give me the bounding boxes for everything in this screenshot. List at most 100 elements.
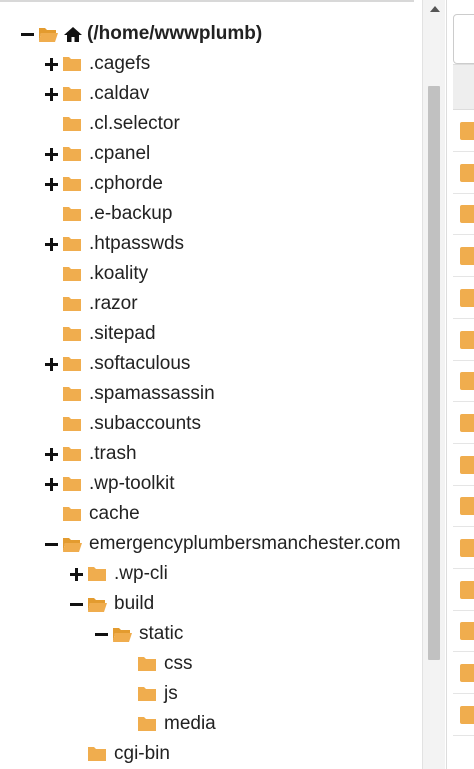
tree-root-node[interactable]: (/home/wwwplumb)	[20, 19, 262, 49]
file-list-row[interactable]	[453, 402, 474, 444]
tree-node[interactable]: cgi-bin	[69, 739, 170, 769]
tree-node[interactable]: static	[94, 619, 183, 649]
tree-node[interactable]: .cpanel	[44, 139, 150, 169]
folder-open-icon	[62, 535, 83, 553]
tree-node[interactable]: .cphorde	[44, 169, 163, 199]
toggle-spacer	[44, 116, 60, 132]
file-list-row[interactable]	[453, 569, 474, 611]
file-icon	[460, 247, 474, 266]
file-icon	[460, 205, 474, 224]
folder-icon	[62, 175, 83, 193]
tree-node[interactable]: .wp-cli	[69, 559, 168, 589]
tree-node-label: css	[164, 653, 193, 674]
file-list-row[interactable]	[453, 652, 474, 695]
toggle-spacer	[44, 296, 60, 312]
expand-icon[interactable]	[44, 446, 60, 462]
tree-node[interactable]: .htpasswds	[44, 229, 184, 259]
file-list-row[interactable]	[453, 360, 474, 403]
tree-node-label: .softaculous	[89, 353, 191, 374]
file-list-row[interactable]	[453, 110, 474, 152]
toggle-spacer	[119, 716, 135, 732]
tree-node[interactable]: emergencyplumbersmanchester.com	[44, 529, 401, 559]
file-icon	[460, 622, 474, 641]
tree-node-label: .cpanel	[89, 143, 151, 164]
tree-node[interactable]: .sitepad	[44, 319, 156, 349]
tree-node-label: .wp-cli	[114, 563, 168, 584]
file-icon	[460, 705, 474, 724]
tree-node-label: media	[164, 713, 216, 734]
expand-icon[interactable]	[44, 146, 60, 162]
tree-node[interactable]: .caldav	[44, 79, 149, 109]
collapse-icon[interactable]	[20, 26, 36, 42]
expand-icon[interactable]	[44, 356, 60, 372]
tree-node[interactable]: .wp-toolkit	[44, 469, 175, 499]
file-icon	[460, 372, 474, 391]
tree-node[interactable]: .cl.selector	[44, 109, 180, 139]
folder-icon	[137, 655, 158, 673]
file-icon	[460, 330, 474, 349]
tree-node[interactable]: media	[119, 709, 216, 739]
folder-open-icon	[87, 595, 108, 613]
file-list-row[interactable]	[453, 485, 474, 528]
tree-node-label: .sitepad	[89, 323, 156, 344]
file-list-header	[453, 64, 474, 110]
file-list-row[interactable]	[453, 527, 474, 569]
tree-node-label: .cagefs	[89, 53, 151, 74]
file-icon	[460, 163, 474, 182]
expand-icon[interactable]	[44, 476, 60, 492]
scrollbar-thumb[interactable]	[428, 86, 440, 660]
tree-node[interactable]: .spamassassin	[44, 379, 215, 409]
folder-icon	[62, 505, 83, 523]
file-list-row[interactable]	[453, 444, 474, 486]
tree-node-label: build	[114, 593, 155, 614]
toggle-spacer	[44, 206, 60, 222]
file-list-row[interactable]	[453, 152, 474, 194]
tree-node[interactable]: .subaccounts	[44, 409, 201, 439]
folder-icon	[62, 235, 83, 253]
tree-node-label: .subaccounts	[89, 413, 201, 434]
file-icon	[460, 580, 474, 599]
expand-icon[interactable]	[44, 86, 60, 102]
folder-open-icon	[38, 25, 59, 43]
file-list-row[interactable]	[453, 277, 474, 319]
file-icon	[460, 413, 474, 432]
tree-node-label: .koality	[89, 263, 149, 284]
scroll-up-arrow-icon[interactable]	[430, 6, 440, 12]
expand-icon[interactable]	[44, 236, 60, 252]
tree-node-label: static	[139, 623, 184, 644]
expand-icon[interactable]	[44, 56, 60, 72]
folder-icon	[87, 745, 108, 763]
file-list-row[interactable]	[453, 193, 474, 236]
tree-node[interactable]: .softaculous	[44, 349, 190, 379]
tree-node-label: cache	[89, 503, 140, 524]
tree-node[interactable]: cache	[44, 499, 140, 529]
tree-node-label: .razor	[89, 293, 138, 314]
folder-icon	[62, 205, 83, 223]
file-list-row[interactable]	[453, 235, 474, 278]
expand-icon[interactable]	[44, 176, 60, 192]
collapse-icon[interactable]	[94, 626, 110, 642]
tree-node[interactable]: .cagefs	[44, 49, 150, 79]
tree-node-label: emergencyplumbersmanchester.com	[89, 533, 401, 554]
toggle-spacer	[69, 746, 85, 762]
folder-icon	[62, 355, 83, 373]
tree-node[interactable]: .e-backup	[44, 199, 172, 229]
tree-node[interactable]: js	[119, 679, 178, 709]
tree-node[interactable]: build	[69, 589, 154, 619]
file-list-row[interactable]	[453, 319, 474, 361]
folder-icon	[62, 85, 83, 103]
file-list-row[interactable]	[453, 694, 474, 736]
toggle-spacer	[119, 656, 135, 672]
tree-node[interactable]: css	[119, 649, 193, 679]
tree-node-label: .cl.selector	[89, 113, 180, 134]
folder-icon	[87, 565, 108, 583]
tree-node[interactable]: .koality	[44, 259, 148, 289]
tree-node[interactable]: .trash	[44, 439, 137, 469]
file-list-row[interactable]	[453, 610, 474, 653]
collapse-icon[interactable]	[69, 596, 85, 612]
expand-icon[interactable]	[69, 566, 85, 582]
file-list-toolbar-button[interactable]	[453, 14, 474, 64]
folder-icon	[62, 415, 83, 433]
collapse-icon[interactable]	[44, 536, 60, 552]
tree-node[interactable]: .razor	[44, 289, 138, 319]
